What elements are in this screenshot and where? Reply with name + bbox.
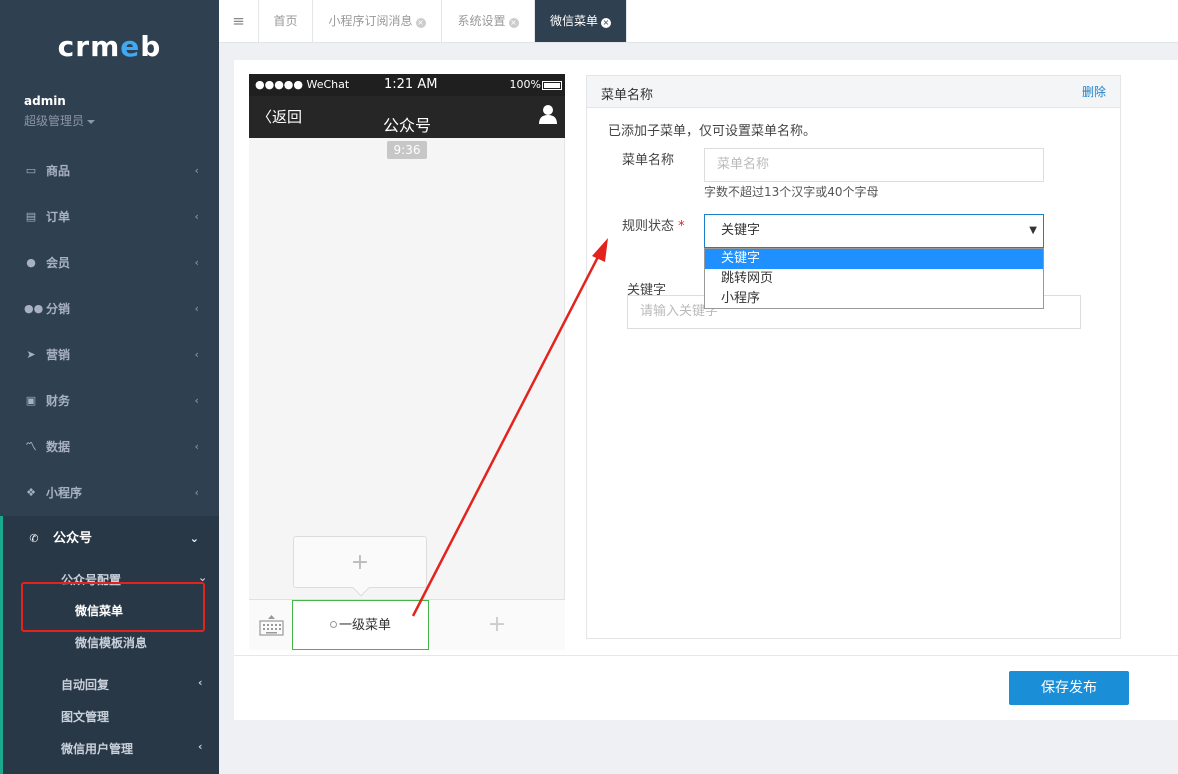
tab-bar: ≡ 首页 小程序订阅消息 × 系统设置 × 微信菜单 × xyxy=(219,0,1178,43)
chevron-left-icon: ‹ xyxy=(194,348,199,361)
chevron-down-icon: ⌄ xyxy=(189,532,199,545)
message-time: 9:36 xyxy=(387,141,427,159)
delete-link[interactable]: 删除 xyxy=(1082,83,1106,100)
first-level-menu-item[interactable]: 一级菜单 xyxy=(292,600,429,650)
crmeb-logo[interactable]: crmeb xyxy=(0,30,219,63)
user-name: admin xyxy=(24,94,66,108)
add-menu-button[interactable]: + xyxy=(429,600,565,650)
paper-plane-icon: ➤ xyxy=(26,348,36,361)
sidebar-item-goods[interactable]: ▭ 商品 ‹ xyxy=(0,148,219,194)
tab-system-settings[interactable]: 系统设置 × xyxy=(442,0,535,42)
chevron-left-icon: ‹ xyxy=(194,486,199,499)
save-publish-button[interactable]: 保存发布 xyxy=(1009,671,1129,705)
option-keyword[interactable]: 关键字 xyxy=(705,249,1043,269)
close-tab-icon[interactable]: × xyxy=(415,18,426,28)
sidebar: crmeb admin 超级管理员 ▭ 商品 ‹ ▤ 订单 ‹ ● 会员 ‹ ●● 分销 ‹ ➤… xyxy=(0,0,219,774)
laptop-icon: ▭ xyxy=(25,164,37,177)
menu-name-input[interactable]: 菜单名称 xyxy=(704,148,1044,182)
caret-down-icon xyxy=(87,119,96,124)
tab-home[interactable]: 首页 xyxy=(259,0,313,42)
tab-miniprogram-subscription[interactable]: 小程序订阅消息 × xyxy=(313,0,442,42)
plus-icon: + xyxy=(487,612,507,637)
option-miniprogram[interactable]: 小程序 xyxy=(705,289,1043,309)
money-icon: ▣ xyxy=(25,394,37,407)
sidebar-sub-template-message[interactable]: 微信模板消息 xyxy=(75,634,147,651)
chevron-left-icon: ‹ xyxy=(194,440,199,453)
sidebar-sub-auto-reply[interactable]: 自动回复 ‹ xyxy=(61,676,203,693)
option-jump-webpage[interactable]: 跳转网页 xyxy=(705,269,1043,289)
save-divider xyxy=(234,655,1178,656)
close-tab-icon[interactable]: × xyxy=(601,18,611,28)
sidebar-item-marketing[interactable]: ➤ 营销 ‹ xyxy=(0,332,219,378)
plus-icon: + xyxy=(350,550,370,575)
battery-icon xyxy=(542,81,562,90)
chevron-left-icon: ‹ xyxy=(194,394,199,407)
highlight-annotation-box xyxy=(21,582,205,632)
popover-arrow xyxy=(352,579,370,597)
form-header: 菜单名称 删除 xyxy=(587,76,1120,108)
users-icon: ●● xyxy=(24,302,44,315)
rule-status-options: 关键字 跳转网页 小程序 xyxy=(704,248,1044,309)
cubes-icon: ❖ xyxy=(26,486,36,499)
rule-status-label: 规则状态 * xyxy=(622,219,685,234)
submenu-notice: 已添加子菜单，仅可设置菜单名称。 xyxy=(608,124,817,139)
sidebar-item-miniprogram[interactable]: ❖ 小程序 ‹ xyxy=(0,470,219,516)
tab-wechat-menu[interactable]: 微信菜单 × xyxy=(535,0,627,42)
chevron-left-icon: ‹ xyxy=(194,210,199,223)
sidebar-item-distribution[interactable]: ●● 分销 ‹ xyxy=(0,286,219,332)
phone-menu-bar: 一级菜单 + xyxy=(249,599,565,650)
sidebar-item-official-account[interactable]: ✆ 公众号 ⌄ xyxy=(0,516,219,562)
chevron-left-icon: ‹ xyxy=(198,740,203,753)
sidebar-item-finance[interactable]: ▣ 财务 ‹ xyxy=(0,378,219,424)
close-tab-icon[interactable]: × xyxy=(508,18,519,28)
sidebar-item-members[interactable]: ● 会员 ‹ xyxy=(0,240,219,286)
wechat-icon: ✆ xyxy=(29,532,39,545)
user-icon: ● xyxy=(26,256,36,269)
chevron-left-icon: ‹ xyxy=(194,302,199,315)
submenu-dot-icon xyxy=(329,621,337,628)
hamburger-menu-icon[interactable]: ≡ xyxy=(219,0,259,42)
phone-status-bar: ●●●●● WeChat 1:21 AM 100% xyxy=(249,74,565,96)
sidebar-item-orders[interactable]: ▤ 订单 ‹ xyxy=(0,194,219,240)
dropdown-arrow-icon: ▼ xyxy=(1029,225,1037,236)
menu-name-hint: 字数不超过13个汉字或40个字母 xyxy=(704,185,879,199)
sidebar-item-data[interactable]: 〽数据 ‹ xyxy=(0,424,219,470)
chevron-left-icon: ‹ xyxy=(194,164,199,177)
phone-title: 公众号 xyxy=(382,116,431,135)
phone-header: 〈返回 公众号 xyxy=(249,96,565,138)
sidebar-sub-article-management[interactable]: 图文管理 xyxy=(61,708,109,725)
chevron-left-icon: ‹ xyxy=(198,676,203,689)
user-role-dropdown[interactable]: 超级管理员 xyxy=(24,112,96,129)
clipboard-icon: ▤ xyxy=(25,210,37,223)
menu-name-label: 菜单名称 xyxy=(622,153,675,168)
sidebar-sub-user-management[interactable]: 微信用户管理 ‹ xyxy=(61,740,203,757)
keyboard-icon[interactable] xyxy=(259,614,284,636)
line-chart-icon: 〽 xyxy=(25,440,37,453)
add-submenu-button[interactable]: + xyxy=(293,536,427,597)
phone-preview: ●●●●● WeChat 1:21 AM 100% 〈返回 公众号 9:36 +… xyxy=(249,74,565,650)
menu-edit-form: 菜单名称 删除 已添加子菜单，仅可设置菜单名称。 菜单名称 菜单名称 字数不超过… xyxy=(586,75,1121,639)
rule-status-select[interactable]: 关键字 ▼ xyxy=(704,214,1044,248)
person-icon[interactable] xyxy=(539,104,557,124)
chevron-left-icon: ‹ xyxy=(194,256,199,269)
